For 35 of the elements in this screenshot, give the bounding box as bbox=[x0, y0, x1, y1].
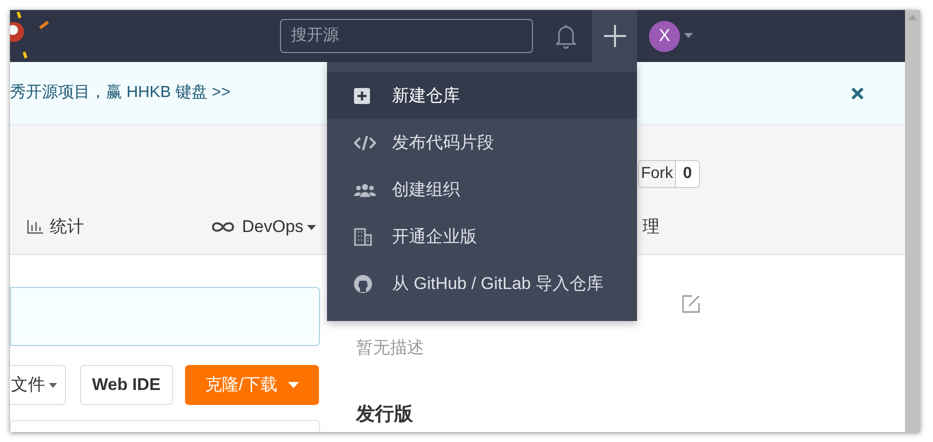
infinity-icon bbox=[211, 221, 235, 233]
nav-tab[interactable]: 理 bbox=[642, 214, 660, 240]
description-text: 暂无描述 bbox=[356, 337, 425, 359]
logo-drawing bbox=[10, 10, 50, 60]
bell-icon[interactable] bbox=[555, 23, 577, 49]
caret-icon bbox=[288, 382, 298, 388]
search-field[interactable]: 搜开源 bbox=[280, 19, 533, 53]
caret-icon[interactable] bbox=[684, 33, 693, 39]
caret-icon bbox=[49, 382, 57, 388]
github-icon bbox=[354, 274, 372, 292]
caret-icon bbox=[307, 224, 316, 230]
edit-icon[interactable] bbox=[682, 295, 700, 313]
building-icon bbox=[354, 228, 372, 246]
file-menu-button[interactable]: 文件 bbox=[10, 365, 66, 405]
menu-item[interactable]: 开通企业版 bbox=[327, 213, 637, 260]
menu-item[interactable]: 发布代码片段 bbox=[327, 119, 637, 166]
menu-item[interactable]: 创建组织 bbox=[327, 166, 637, 213]
plus-icon bbox=[604, 25, 626, 47]
fork-count: 0 bbox=[676, 160, 700, 188]
bar-chart-icon bbox=[27, 220, 43, 234]
nav-tab[interactable]: DevOps bbox=[211, 214, 316, 240]
close-icon[interactable] bbox=[851, 86, 864, 100]
banner-link[interactable]: 秀开源项目，赢 HHKB 键盘 >> bbox=[10, 81, 230, 105]
releases-heading: 发行版 bbox=[356, 402, 414, 426]
scrollbar[interactable] bbox=[905, 10, 920, 432]
web-ide-button[interactable]: Web IDE bbox=[80, 365, 173, 405]
fork-button[interactable]: Fork bbox=[638, 160, 676, 188]
add-button[interactable] bbox=[592, 10, 637, 62]
users-icon bbox=[354, 182, 376, 196]
menu-item[interactable]: 新建仓库 bbox=[327, 72, 637, 119]
avatar[interactable]: X bbox=[649, 20, 680, 52]
code-icon bbox=[354, 134, 376, 150]
plus-square-icon bbox=[354, 88, 370, 104]
nav-tab[interactable]: 统计 bbox=[27, 214, 84, 240]
menu-item[interactable]: 从 GitHub / GitLab 导入仓库 bbox=[327, 260, 637, 307]
